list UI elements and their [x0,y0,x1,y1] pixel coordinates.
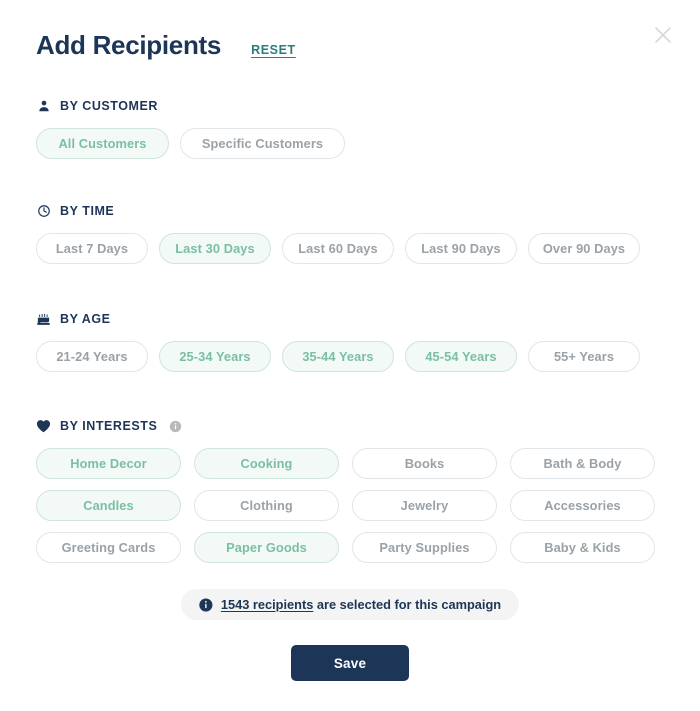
pill-specific-customers[interactable]: Specific Customers [180,128,345,159]
section-by-age: BY AGE 21-24 Years 25-34 Years 35-44 Yea… [36,311,664,372]
pill-cooking[interactable]: Cooking [194,448,339,479]
modal-header: Add Recipients RESET [36,30,296,61]
pill-paper-goods[interactable]: Paper Goods [194,532,339,563]
pill-greeting-cards[interactable]: Greeting Cards [36,532,181,563]
section-label-time: BY TIME [60,204,115,218]
birthday-cake-icon [36,312,51,327]
pill-accessories[interactable]: Accessories [510,490,655,521]
pill-55-plus-years[interactable]: 55+ Years [528,341,640,372]
section-header-customer: BY CUSTOMER [36,98,664,114]
pill-last-90-days[interactable]: Last 90 Days [405,233,517,264]
section-by-customer: BY CUSTOMER All Customers Specific Custo… [36,98,664,159]
info-filled-icon [199,597,213,612]
pill-bath-and-body[interactable]: Bath & Body [510,448,655,479]
add-recipients-modal: Add Recipients RESET BY CUSTOMER All Cus… [0,0,700,711]
close-icon[interactable] [648,20,678,50]
customer-options: All Customers Specific Customers [36,128,664,159]
clock-icon [36,204,51,219]
pill-books[interactable]: Books [352,448,497,479]
section-by-interests: BY INTERESTS Home Decor Cooking Books Ba… [36,418,664,563]
section-label-customer: BY CUSTOMER [60,99,158,113]
page-title: Add Recipients [36,30,222,60]
pill-clothing[interactable]: Clothing [194,490,339,521]
pill-candles[interactable]: Candles [36,490,181,521]
recipients-status-banner: 1543 recipients are selected for this ca… [180,589,520,620]
age-options: 21-24 Years 25-34 Years 35-44 Years 45-5… [36,341,664,372]
interest-options: Home Decor Cooking Books Bath & Body Can… [36,448,664,563]
pill-35-44-years[interactable]: 35-44 Years [282,341,394,372]
pill-last-30-days[interactable]: Last 30 Days [159,233,271,264]
save-button[interactable]: Save [291,645,409,681]
section-header-interests: BY INTERESTS [36,418,664,434]
recipients-status-suffix: are selected for this campaign [313,597,502,612]
pill-all-customers[interactable]: All Customers [36,128,169,159]
reset-link[interactable]: RESET [251,43,296,57]
person-icon [36,99,51,114]
pill-last-60-days[interactable]: Last 60 Days [282,233,394,264]
pill-last-7-days[interactable]: Last 7 Days [36,233,148,264]
section-header-age: BY AGE [36,311,664,327]
pill-45-54-years[interactable]: 45-54 Years [405,341,517,372]
recipients-count[interactable]: 1543 recipients [221,597,313,612]
pill-baby-and-kids[interactable]: Baby & Kids [510,532,655,563]
section-header-time: BY TIME [36,203,664,219]
pill-over-90-days[interactable]: Over 90 Days [528,233,640,264]
recipients-status-text: 1543 recipients are selected for this ca… [221,597,501,612]
pill-25-34-years[interactable]: 25-34 Years [159,341,271,372]
pill-party-supplies[interactable]: Party Supplies [352,532,497,563]
section-label-age: BY AGE [60,312,111,326]
pill-jewelry[interactable]: Jewelry [352,490,497,521]
time-options: Last 7 Days Last 30 Days Last 60 Days La… [36,233,664,264]
section-label-interests: BY INTERESTS [60,419,158,433]
section-by-time: BY TIME Last 7 Days Last 30 Days Last 60… [36,203,664,264]
pill-home-decor[interactable]: Home Decor [36,448,181,479]
pill-21-24-years[interactable]: 21-24 Years [36,341,148,372]
heart-icon [36,419,51,434]
info-icon[interactable] [169,420,182,433]
